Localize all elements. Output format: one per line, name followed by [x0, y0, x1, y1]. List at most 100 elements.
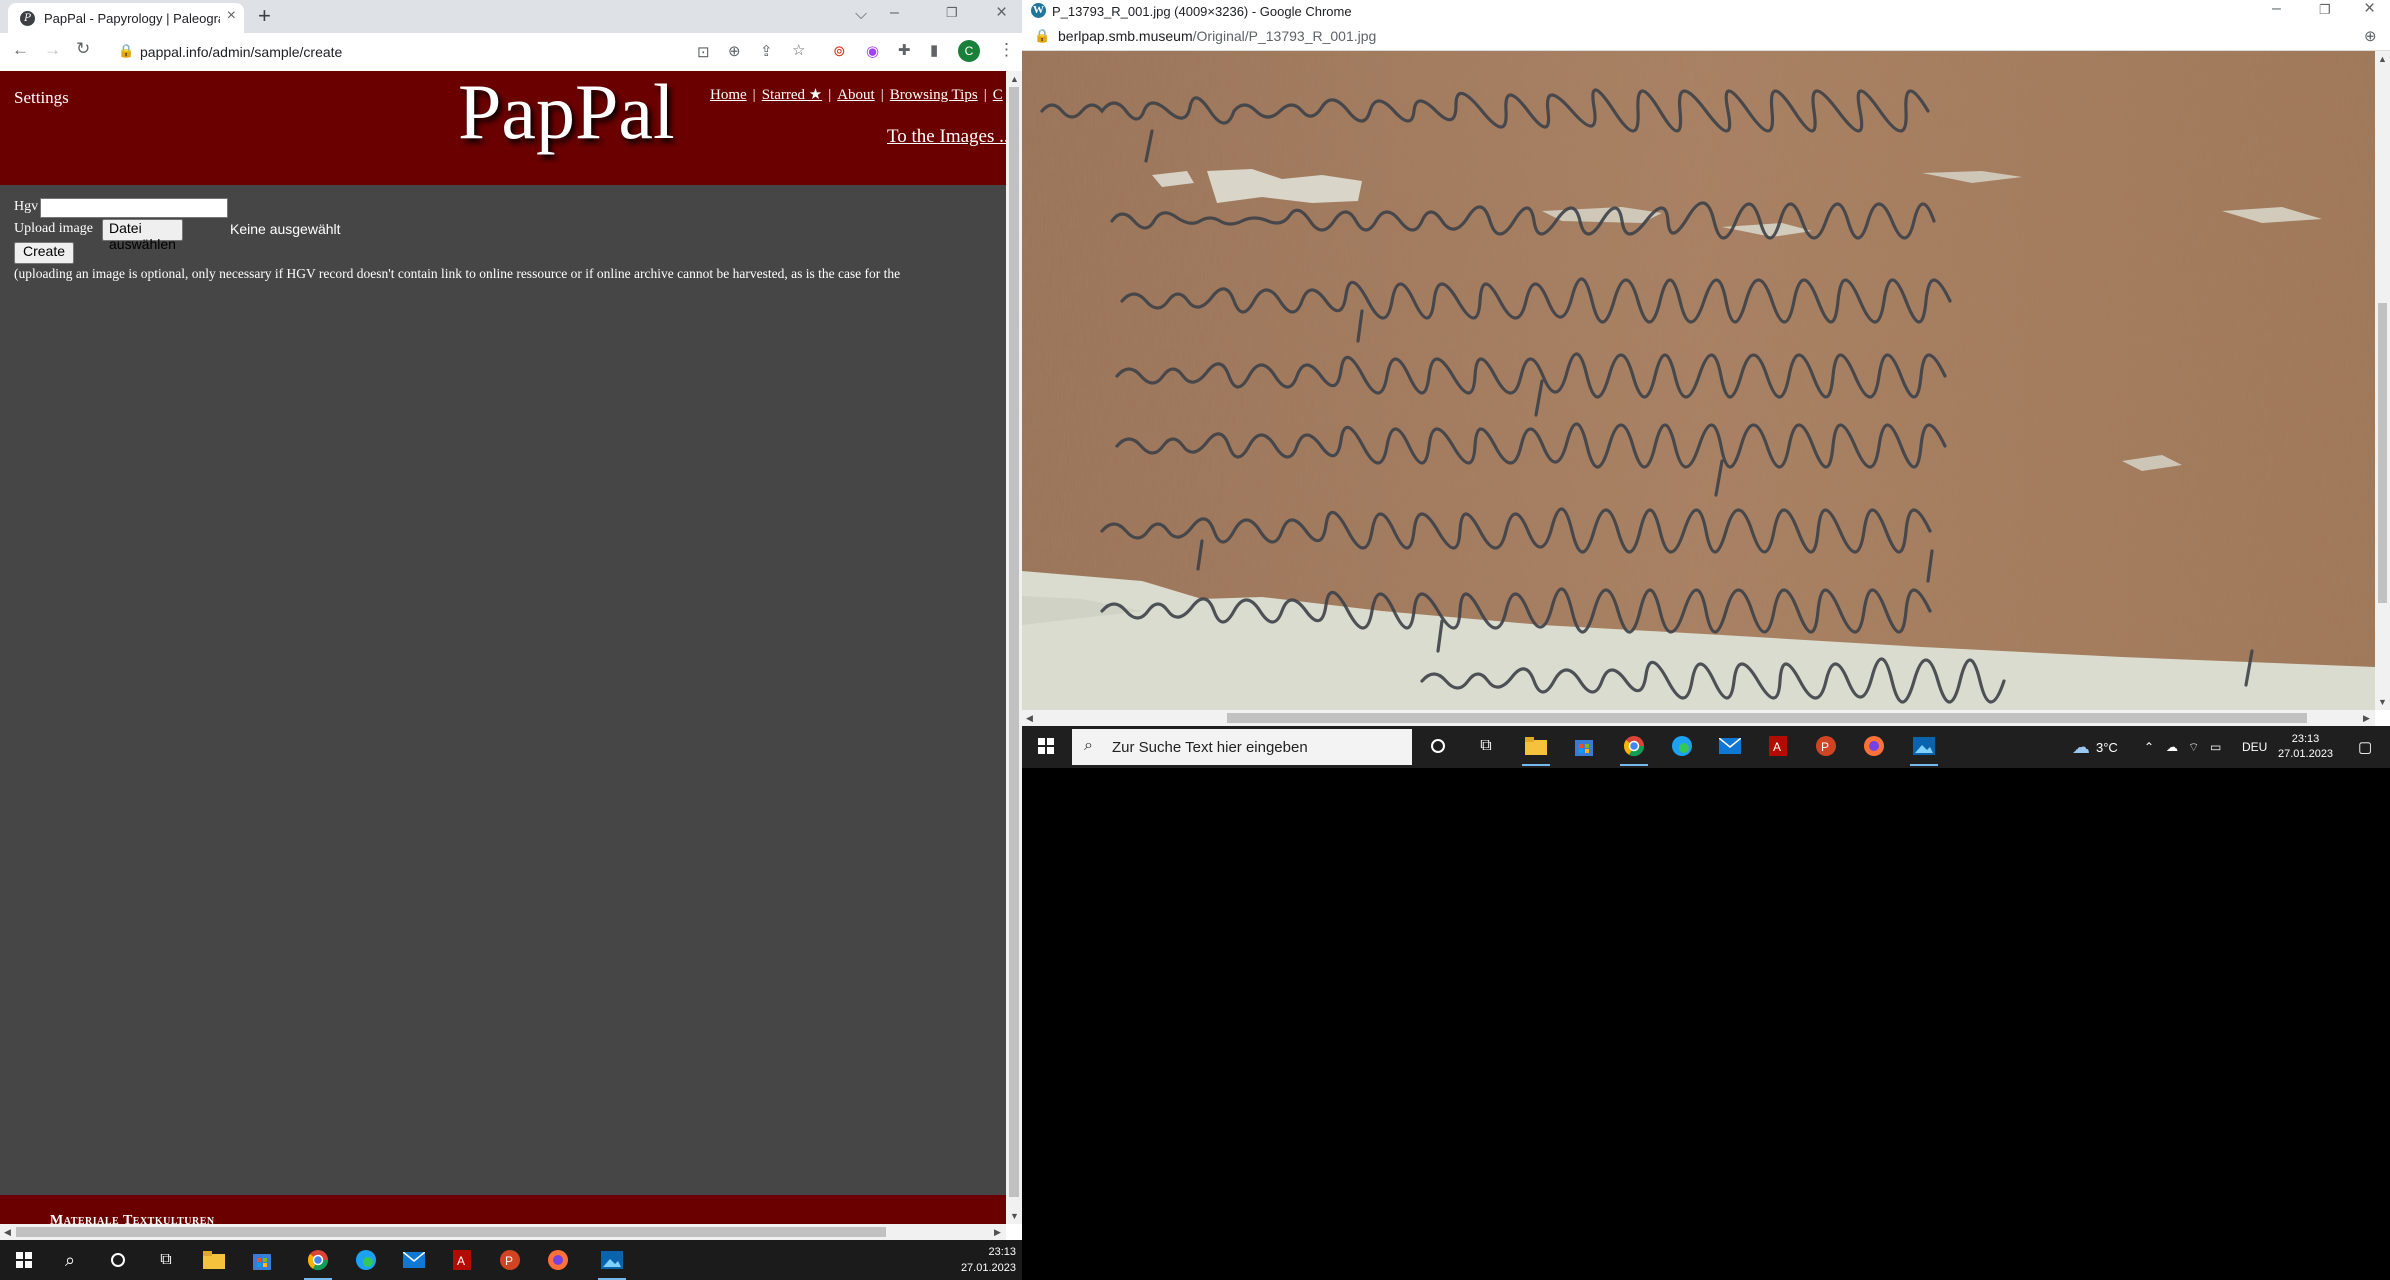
extension-purple-icon[interactable]: ◉ [866, 42, 879, 60]
nav-about[interactable]: About [837, 87, 875, 103]
scroll-up-arrow-icon[interactable]: ▲ [1010, 74, 1019, 84]
address-bar[interactable]: 🔒 berlpap.smb.museum/Original/P_13793_R_… [1022, 22, 2390, 51]
scroll-up-arrow-icon[interactable]: ▲ [2378, 54, 2387, 64]
acrobat-icon[interactable]: A [1754, 726, 1802, 766]
zoom-icon[interactable]: ⊕ [728, 42, 741, 60]
zoom-icon[interactable]: ⊕ [2364, 27, 2377, 45]
back-arrow-icon[interactable]: ← [12, 40, 29, 60]
lock-icon[interactable]: 🔒 [1034, 28, 1050, 44]
firefox-icon[interactable] [1850, 726, 1898, 766]
extension-red-icon[interactable]: ⊚ [833, 42, 846, 60]
photos-icon[interactable] [1900, 726, 1948, 766]
restore-button[interactable]: ❐ [946, 5, 958, 21]
forward-arrow-icon[interactable]: → [44, 40, 61, 60]
bookmark-star-icon[interactable]: ☆ [792, 41, 805, 59]
firefox-icon[interactable] [534, 1240, 582, 1280]
horizontal-scroll-thumb[interactable] [1227, 713, 2307, 723]
tab-search-chevron-icon[interactable]: ⌵ [855, 6, 867, 24]
minimize-button[interactable]: – [890, 4, 899, 22]
notification-icon[interactable]: ▢ [2358, 726, 2372, 768]
profile-avatar[interactable]: C [958, 40, 980, 62]
close-window-button[interactable]: × [996, 2, 1007, 24]
reload-icon[interactable]: ↻ [76, 39, 90, 59]
language-indicator[interactable]: DEU [2242, 726, 2267, 768]
hgv-input[interactable] [40, 198, 228, 218]
scroll-down-arrow-icon[interactable]: ▼ [2378, 697, 2387, 707]
store-icon[interactable] [1560, 726, 1608, 766]
powerpoint-icon[interactable]: P [486, 1240, 534, 1280]
to-the-images-link[interactable]: To the Images ... [887, 126, 1006, 148]
powerpoint-icon[interactable]: P [1802, 726, 1850, 766]
task-view-icon[interactable]: ⧉ [1462, 726, 1510, 766]
clock[interactable]: 23:13 27.01.2023 [961, 1244, 1016, 1276]
vertical-scrollbar[interactable]: ▲ ▼ [2375, 51, 2390, 710]
scroll-left-arrow-icon[interactable]: ◀ [1026, 713, 1033, 724]
nav-truncated[interactable]: C [993, 87, 1003, 103]
close-window-button[interactable]: × [2364, 0, 2375, 20]
share-icon[interactable]: ⇪ [760, 42, 773, 60]
search-placeholder: Zur Suche Text hier eingeben [1112, 739, 1308, 756]
upload-image-label: Upload image [14, 221, 93, 236]
translate-icon[interactable]: ⊡ [697, 43, 710, 61]
show-hidden-icons-chevron-icon[interactable]: ⌃ [2144, 726, 2154, 768]
restore-button[interactable]: ❐ [2319, 2, 2331, 18]
task-view-icon[interactable]: ⧉ [142, 1240, 190, 1280]
taskbar-right: ⌕ Zur Suche Text hier eingeben ⧉ A P ☁ 3… [1022, 726, 2390, 768]
clock-time: 23:13 [2291, 733, 2320, 745]
choose-file-button[interactable]: Datei auswählen [102, 219, 183, 252]
scroll-left-arrow-icon[interactable]: ◀ [4, 1227, 11, 1238]
address-bar[interactable]: 🔒 pappal.info/admin/sample/create [110, 37, 710, 67]
edge-icon[interactable] [1658, 726, 1706, 766]
cortana-icon[interactable] [94, 1240, 142, 1280]
taskbar-search-box[interactable]: ⌕ Zur Suche Text hier eingeben [1072, 729, 1412, 765]
acrobat-icon[interactable]: A [438, 1240, 486, 1280]
chrome-taskbar-icon[interactable] [294, 1240, 342, 1280]
extensions-puzzle-icon[interactable]: ✚ [898, 41, 911, 59]
svg-text:P: P [505, 1254, 513, 1268]
horizontal-scroll-thumb[interactable] [16, 1227, 886, 1237]
minimize-button[interactable]: – [2272, 0, 2281, 18]
file-explorer-icon[interactable] [190, 1240, 238, 1280]
windows-start-icon[interactable] [0, 1240, 48, 1280]
create-button[interactable]: Create [14, 242, 75, 264]
tab-pappal[interactable]: P PapPal - Papyrology | Paleograph × [8, 3, 244, 33]
windows-start-icon[interactable] [1022, 726, 1070, 766]
battery-icon[interactable]: ▭ [2210, 726, 2221, 768]
clock[interactable]: 23:13 27.01.2023 [2278, 726, 2333, 768]
file-explorer-icon[interactable] [1512, 726, 1560, 766]
store-icon[interactable] [238, 1240, 286, 1280]
nav-home[interactable]: Home [710, 87, 747, 103]
mail-icon[interactable] [390, 1240, 438, 1280]
mail-icon[interactable] [1706, 726, 1754, 766]
vertical-scroll-thumb[interactable] [1009, 87, 1019, 1197]
tab-close-icon[interactable]: × [227, 7, 236, 25]
nav-browsing-tips[interactable]: Browsing Tips [890, 87, 978, 103]
pappal-logo: PapPal [458, 71, 675, 155]
toolbar: ← → ↻ 🔒 pappal.info/admin/sample/create … [0, 33, 1022, 72]
weather-widget[interactable]: ☁ 3°C [2072, 726, 2118, 768]
lock-icon[interactable]: 🔒 [118, 43, 134, 59]
papyrus-image[interactable] [1022, 51, 2375, 710]
settings-link[interactable]: Settings [14, 88, 69, 108]
vertical-scroll-thumb[interactable] [2378, 303, 2387, 603]
scroll-right-arrow-icon[interactable]: ▶ [2363, 713, 2370, 724]
scroll-right-arrow-icon[interactable]: ▶ [994, 1227, 1001, 1238]
pappal-favicon-icon: P [20, 11, 35, 26]
title-bar: W P_13793_R_001.jpg (4009×3236) - Google… [1022, 0, 2390, 22]
cortana-icon[interactable] [1414, 726, 1462, 766]
side-panel-icon[interactable]: ▮ [930, 41, 938, 59]
chrome-taskbar-icon[interactable] [1610, 726, 1658, 766]
horizontal-scrollbar[interactable]: ◀ ▶ [0, 1224, 1006, 1240]
vertical-scrollbar[interactable]: ▲ ▼ [1006, 71, 1022, 1224]
new-tab-button[interactable]: + [258, 3, 271, 29]
nav-starred[interactable]: Starred ★ [762, 87, 823, 103]
photos-icon[interactable] [588, 1240, 636, 1280]
left-browser-window: P PapPal - Papyrology | Paleograph × + ⌵… [0, 0, 1022, 1240]
scroll-down-arrow-icon[interactable]: ▼ [1010, 1211, 1019, 1221]
menu-kebab-icon[interactable]: ⋮ [998, 40, 1015, 60]
search-icon[interactable]: ⌕ [46, 1240, 94, 1280]
network-icon[interactable]: ⌔ [2188, 726, 2199, 768]
onedrive-icon[interactable]: ☁ [2166, 726, 2178, 768]
edge-icon[interactable] [342, 1240, 390, 1280]
horizontal-scrollbar[interactable]: ◀ ▶ [1022, 710, 2375, 726]
